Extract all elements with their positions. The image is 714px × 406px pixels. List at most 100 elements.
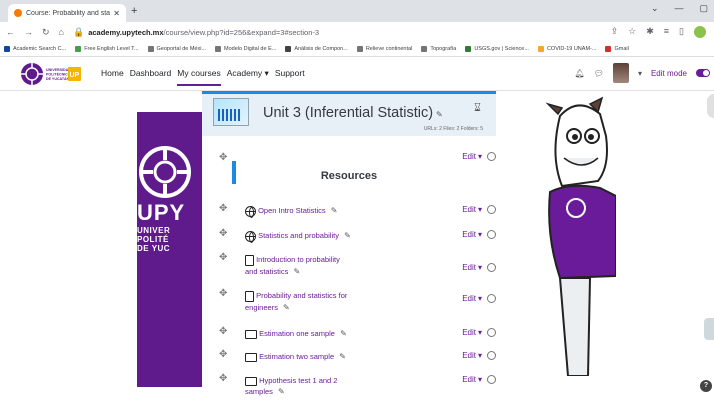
nav-support[interactable]: Support xyxy=(275,68,305,86)
bookmark-item[interactable]: Gmail xyxy=(605,46,629,52)
move-handle-icon[interactable]: ✥ xyxy=(219,288,227,299)
activity-edit-menu[interactable]: Edit ▾ xyxy=(462,294,496,303)
completion-circle-icon[interactable] xyxy=(487,375,496,384)
scroll-handle[interactable] xyxy=(707,94,714,118)
url-globe-icon xyxy=(245,205,256,218)
banner-big-text: UPY xyxy=(137,200,186,225)
move-handle-icon[interactable]: ✥ xyxy=(219,228,227,239)
user-avatar[interactable] xyxy=(612,63,629,83)
nav-my-courses[interactable]: My courses xyxy=(177,68,221,86)
reading-list-icon[interactable]: ≡ xyxy=(664,26,669,38)
bookmark-star-icon[interactable]: ☆ xyxy=(628,26,636,38)
messages-icon[interactable]: 💬︎ xyxy=(594,69,604,78)
completion-circle-icon[interactable] xyxy=(487,205,496,214)
move-handle-icon[interactable]: ✥ xyxy=(219,203,227,214)
completion-circle-icon[interactable] xyxy=(487,230,496,239)
activity-name-line-1: Hypothesis test 1 and 2 xyxy=(259,376,338,385)
edit-mode-toggle[interactable] xyxy=(696,69,710,77)
edit-name-pencil-icon[interactable]: ✎ xyxy=(293,267,300,276)
select-circle-icon[interactable] xyxy=(487,152,496,161)
move-handle-icon[interactable]: ✥ xyxy=(219,152,227,163)
activity-link[interactable]: Hypothesis test 1 and 2 samples ✎ xyxy=(245,375,375,397)
notifications-bell-icon[interactable]: 🔔︎ xyxy=(575,69,585,78)
activity-link[interactable]: Probability and statistics for engineers … xyxy=(245,290,375,313)
split-view-icon[interactable]: ▯ xyxy=(679,26,684,38)
section-edit-menu[interactable]: Edit ▾ xyxy=(462,152,496,161)
activity-counts: URLs: 2 Files: 2 Folders: 5 xyxy=(423,126,483,132)
banner-line-1: UNIVER xyxy=(137,226,171,235)
bookmark-label: Modelo Digital de E... xyxy=(224,46,277,52)
bookmark-item[interactable]: Free English Level T... xyxy=(75,46,139,52)
activity-link[interactable]: Estimation two sample ✎ xyxy=(245,351,365,362)
user-menu-chevron-icon[interactable]: ▾ xyxy=(638,69,642,78)
move-handle-icon[interactable]: ✥ xyxy=(219,349,227,360)
nav-home[interactable]: Home xyxy=(101,68,124,86)
bookmark-favicon-icon xyxy=(356,46,363,52)
activity-edit-menu[interactable]: Edit ▾ xyxy=(462,263,496,272)
new-tab-icon[interactable]: + xyxy=(131,5,137,17)
move-handle-icon[interactable]: ✥ xyxy=(219,252,227,263)
minimize-icon[interactable]: — xyxy=(674,3,683,14)
edit-name-pencil-icon[interactable]: ✎ xyxy=(340,329,347,338)
activity-name-line-2: samples xyxy=(245,387,273,396)
edit-name-pencil-icon[interactable]: ✎ xyxy=(331,206,338,215)
banner-text: UPY UNIVER POLITÉ DE YUC xyxy=(137,200,185,253)
bookmark-item[interactable]: USGS.gov | Science... xyxy=(465,46,529,52)
activity-edit-menu[interactable]: Edit ▾ xyxy=(462,328,496,337)
extensions-icon[interactable]: ✱ xyxy=(646,26,654,38)
completion-circle-icon[interactable] xyxy=(487,263,496,272)
chevron-down-icon[interactable]: ⌄ xyxy=(651,3,659,14)
help-button[interactable]: ? xyxy=(700,380,712,392)
url-field[interactable]: academy.upytech.mx/course/view.php?id=25… xyxy=(88,28,319,37)
nav-academy[interactable]: Academy ▾ xyxy=(227,68,269,86)
edit-name-pencil-icon[interactable]: ✎ xyxy=(278,387,285,396)
move-handle-icon[interactable]: ✥ xyxy=(219,373,227,384)
bookmark-item[interactable]: Academic Search C... xyxy=(4,46,66,52)
nav-dashboard[interactable]: Dashboard xyxy=(130,68,172,86)
bookmark-label: Geoportal de Méxi... xyxy=(156,46,207,52)
forward-arrow-icon[interactable]: → xyxy=(24,27,33,37)
back-arrow-icon[interactable]: ← xyxy=(6,27,15,37)
address-bar: ← → ↻ ⌂ 🔒 academy.upytech.mx/course/view… xyxy=(0,22,714,42)
edit-name-pencil-icon[interactable]: ✎ xyxy=(283,303,290,312)
activity-link[interactable]: Estimation one sample ✎ xyxy=(245,328,365,339)
bookmark-label: COVID-19 UNAM-... xyxy=(546,46,597,52)
bookmark-item[interactable]: Modelo Digital de E... xyxy=(215,46,276,52)
bookmark-item[interactable]: Análisis de Compon... xyxy=(285,46,348,52)
home-icon[interactable]: ⌂ xyxy=(59,27,64,37)
edit-name-pencil-icon[interactable]: ✎ xyxy=(339,352,346,361)
mascot-illustration xyxy=(545,96,616,376)
activity-edit-menu[interactable]: Edit ▾ xyxy=(462,351,496,360)
activity-link[interactable]: Statistics and probability ✎ xyxy=(245,230,365,243)
edit-title-pencil-icon[interactable]: ✎ xyxy=(436,110,443,119)
activity-link[interactable]: Open Intro Statistics ✎ xyxy=(245,205,365,218)
maximize-icon[interactable]: ▢ xyxy=(699,3,708,14)
completion-circle-icon[interactable] xyxy=(487,351,496,360)
close-tab-icon[interactable]: ✕ xyxy=(113,9,120,18)
reload-icon[interactable]: ↻ xyxy=(42,27,50,38)
activity-edit-menu[interactable]: Edit ▾ xyxy=(462,375,496,384)
url-path: /course/view.php?id=256&expand=3#section… xyxy=(163,27,320,37)
profile-avatar[interactable] xyxy=(694,26,706,38)
completion-circle-icon[interactable] xyxy=(487,328,496,337)
section-resources: ✥ Resources Edit ▾ xyxy=(202,146,496,186)
browser-tab[interactable]: Course: Probability and statistics ✕ xyxy=(8,4,126,22)
activity-edit-menu[interactable]: Edit ▾ xyxy=(462,230,496,239)
bookmark-item[interactable]: Geoportal de Méxi... xyxy=(147,46,207,52)
edit-name-pencil-icon[interactable]: ✎ xyxy=(344,231,351,240)
university-logo[interactable]: UNIVERSIDAD POLITÉCNICA DE YUCATÁN UP xyxy=(19,61,83,87)
move-handle-icon[interactable]: ✥ xyxy=(219,326,227,337)
bookmark-item[interactable]: Relieve continental xyxy=(356,46,413,52)
edit-mode-label: Edit mode xyxy=(650,68,687,78)
completion-circle-icon[interactable] xyxy=(487,294,496,303)
bookmark-item[interactable]: COVID-19 UNAM-... xyxy=(537,46,597,52)
activity-link[interactable]: Introduction to probability and statistic… xyxy=(245,254,375,277)
open-drawer-button[interactable] xyxy=(704,318,714,340)
share-icon[interactable]: ⇪ xyxy=(611,26,619,38)
bookmark-label: Relieve continental xyxy=(365,46,413,52)
activity-edit-menu[interactable]: Edit ▾ xyxy=(462,205,496,214)
bookmark-favicon-icon xyxy=(75,46,82,52)
edit-label: Edit xyxy=(462,294,476,303)
bookmark-item[interactable]: Topografía xyxy=(421,46,456,52)
hourglass-icon[interactable]: ⌛︎ xyxy=(474,102,481,115)
